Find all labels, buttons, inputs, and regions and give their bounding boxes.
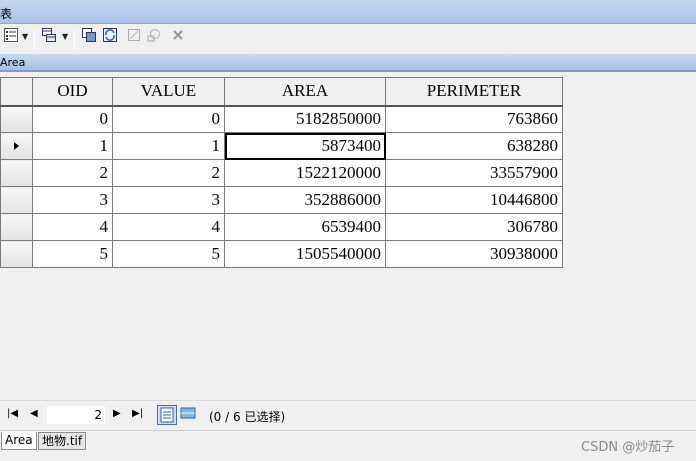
row-selector[interactable] <box>0 105 33 133</box>
show-selected-records-button[interactable] <box>179 405 199 425</box>
cell-perimeter[interactable]: 10446800 <box>385 186 563 214</box>
chevron-down-icon[interactable]: ▼ <box>22 32 28 41</box>
previous-record-icon[interactable]: ◀ <box>30 408 38 419</box>
cell-value[interactable]: 2 <box>112 159 225 187</box>
zoom-to-selected-icon[interactable] <box>146 27 162 43</box>
cell-value[interactable]: 4 <box>112 213 225 241</box>
cell-value[interactable]: 5 <box>112 240 225 268</box>
cell-area[interactable]: 5182850000 <box>224 105 386 133</box>
related-tables-icon[interactable] <box>41 27 57 43</box>
toolbar-separator <box>34 29 35 49</box>
watermark: CSDN @炒茄子 <box>581 440 675 455</box>
attribute-table: OID VALUE AREA PERIMETER 0 0 5182850000 … <box>0 77 563 268</box>
table-toolbar: ▼ ▼ <box>0 25 696 53</box>
row-selector[interactable] <box>0 240 33 268</box>
cell-area[interactable]: 1522120000 <box>224 159 386 187</box>
table-name: Area <box>0 56 26 69</box>
row-selector[interactable] <box>0 213 33 241</box>
selected-records-icon <box>180 407 196 419</box>
cell-perimeter[interactable]: 30938000 <box>385 240 563 268</box>
tab-raster[interactable]: 地物.tif <box>38 432 87 450</box>
table-row[interactable]: 4 4 6539400 306780 <box>0 213 563 241</box>
row-selector[interactable] <box>0 186 33 214</box>
tab-area[interactable]: Area <box>1 432 37 450</box>
cell-oid[interactable]: 1 <box>32 132 113 160</box>
cell-oid[interactable]: 4 <box>32 213 113 241</box>
all-records-icon <box>160 407 174 423</box>
cell-perimeter[interactable]: 638280 <box>385 132 563 160</box>
cell-area[interactable]: 6539400 <box>224 213 386 241</box>
table-row[interactable]: 2 2 1522120000 33557900 <box>0 159 563 187</box>
switch-selection-icon[interactable] <box>102 27 118 43</box>
last-record-icon[interactable]: ▶| <box>132 408 143 419</box>
clear-selection-icon[interactable] <box>126 27 142 43</box>
select-by-attributes-icon[interactable] <box>81 27 97 43</box>
toolbar-separator <box>74 29 75 49</box>
current-row-arrow-icon <box>14 142 19 150</box>
row-selector[interactable] <box>0 132 33 160</box>
cell-oid[interactable]: 2 <box>32 159 113 187</box>
chevron-down-icon[interactable]: ▼ <box>62 32 68 41</box>
column-header-oid[interactable]: OID <box>32 77 113 107</box>
cell-value[interactable]: 3 <box>112 186 225 214</box>
header-row: OID VALUE AREA PERIMETER <box>0 77 563 107</box>
cell-value[interactable]: 0 <box>112 105 225 133</box>
table-row[interactable]: 3 3 352886000 10446800 <box>0 186 563 214</box>
column-header-area[interactable]: AREA <box>224 77 386 107</box>
cell-perimeter[interactable]: 33557900 <box>385 159 563 187</box>
table-name-header: Area <box>0 54 696 72</box>
current-record-input[interactable]: 2 <box>47 406 105 424</box>
record-navigation-bar: |◀ ◀ 2 ▶ ▶| (0 / 6 已选择) <box>0 400 696 428</box>
cell-perimeter[interactable]: 763860 <box>385 105 563 133</box>
table-row[interactable]: 1 1 5873400 638280 <box>0 132 563 160</box>
first-record-icon[interactable]: |◀ <box>7 408 18 419</box>
cell-area[interactable]: 5873400 <box>224 132 386 160</box>
select-all-corner[interactable] <box>0 77 33 107</box>
cell-area[interactable]: 352886000 <box>224 186 386 214</box>
cell-oid[interactable]: 3 <box>32 186 113 214</box>
row-selector[interactable] <box>0 159 33 187</box>
window-titlebar: 表 <box>0 0 696 24</box>
selection-status: (0 / 6 已选择) <box>209 410 286 424</box>
table-row[interactable]: 0 0 5182850000 763860 <box>0 105 563 133</box>
table-row[interactable]: 5 5 1505540000 30938000 <box>0 240 563 268</box>
cell-value[interactable]: 1 <box>112 132 225 160</box>
column-header-value[interactable]: VALUE <box>112 77 225 107</box>
cell-oid[interactable]: 5 <box>32 240 113 268</box>
show-all-records-button[interactable] <box>157 405 177 425</box>
cell-oid[interactable]: 0 <box>32 105 113 133</box>
window-title: 表 <box>0 7 13 21</box>
cell-perimeter[interactable]: 306780 <box>385 213 563 241</box>
delete-selected-icon[interactable] <box>170 27 186 43</box>
column-header-perimeter[interactable]: PERIMETER <box>385 77 563 107</box>
next-record-icon[interactable]: ▶ <box>113 408 121 419</box>
cell-area[interactable]: 1505540000 <box>224 240 386 268</box>
table-options-icon[interactable] <box>3 27 19 43</box>
